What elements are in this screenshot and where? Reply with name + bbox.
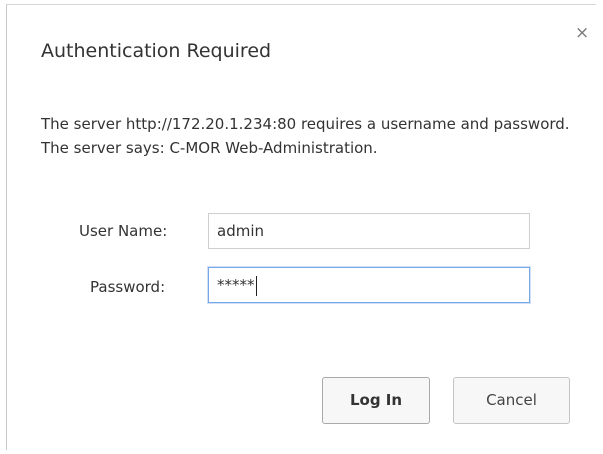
close-icon[interactable]: ×	[575, 25, 589, 42]
username-field[interactable]: admin	[208, 213, 530, 249]
cancel-button[interactable]: Cancel	[453, 377, 570, 424]
auth-dialog: × Authentication Required The server htt…	[6, 4, 596, 450]
password-field[interactable]: *****	[208, 267, 530, 303]
username-value: admin	[217, 222, 264, 240]
username-label: User Name:	[79, 222, 168, 240]
text-caret	[255, 275, 257, 296]
dialog-message: The server http://172.20.1.234:80 requir…	[41, 115, 570, 157]
login-button[interactable]: Log In	[322, 377, 430, 424]
password-label: Password:	[90, 278, 166, 296]
dialog-title: Authentication Required	[41, 40, 272, 62]
password-value: *****	[217, 276, 255, 294]
